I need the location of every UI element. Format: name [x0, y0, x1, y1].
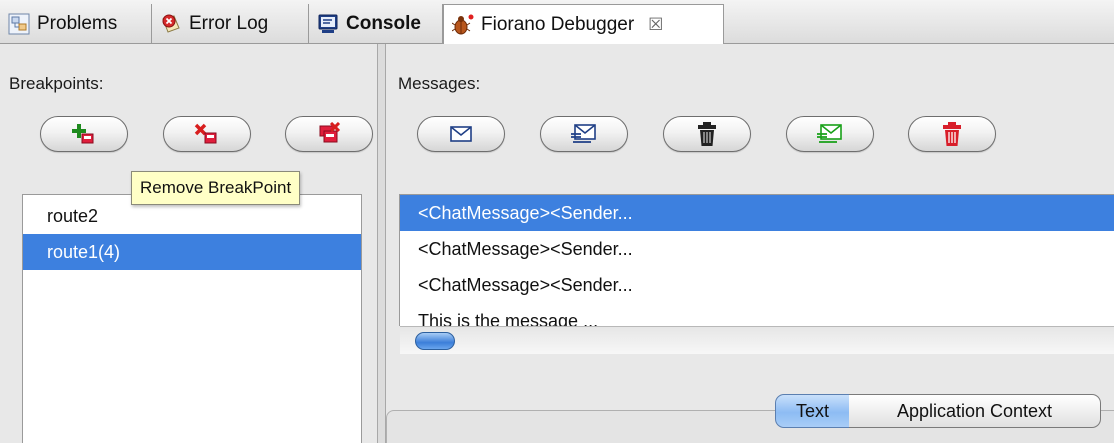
error-log-icon [160, 13, 182, 35]
tab-fiorano-debugger-label: Fiorano Debugger [481, 14, 635, 35]
breakpoints-label: Breakpoints: [9, 74, 104, 93]
problems-icon [8, 13, 30, 35]
messages-horizontal-scrollbar[interactable] [400, 326, 1114, 354]
remove-breakpoint-icon [194, 123, 217, 144]
tab-problems-label: Problems [37, 13, 118, 34]
red-trash-icon [943, 122, 961, 146]
breakpoints-list[interactable]: route2 route1(4) [22, 194, 362, 443]
tab-console-label: Console [346, 13, 421, 34]
remove-breakpoint-button[interactable] [163, 116, 251, 152]
scrollbar-thumb[interactable] [415, 332, 455, 350]
tab-problems[interactable]: Problems [0, 4, 152, 44]
remove-breakpoint-tooltip: Remove BreakPoint [131, 171, 301, 205]
tab-error-log[interactable]: Error Log [152, 4, 309, 44]
message-item[interactable]: <ChatMessage><Sender... [400, 267, 1114, 303]
messages-list[interactable]: <ChatMessage><Sender... <ChatMessage><Se… [399, 194, 1114, 326]
breakpoint-item-route1[interactable]: route1(4) [23, 234, 361, 270]
view-tab-bar: Problems Error Log Console Fiorano Debug… [0, 0, 1114, 45]
add-breakpoint-icon [72, 124, 94, 144]
message-item[interactable]: <ChatMessage><Sender... [400, 231, 1114, 267]
panel-splitter[interactable] [378, 44, 385, 443]
send-message-button[interactable] [786, 116, 874, 152]
tab-application-context[interactable]: Application Context [849, 394, 1101, 428]
message-item[interactable]: This is the message ... [400, 303, 1114, 326]
trash-icon [698, 122, 716, 146]
edit-message-button[interactable] [540, 116, 628, 152]
delete-all-messages-button[interactable] [908, 116, 996, 152]
tab-error-log-label: Error Log [189, 13, 269, 34]
add-breakpoint-button[interactable] [40, 116, 128, 152]
console-icon [317, 13, 339, 35]
remove-all-breakpoints-icon [319, 122, 341, 143]
message-item[interactable]: <ChatMessage><Sender... [400, 195, 1114, 231]
edit-envelope-icon [571, 124, 596, 143]
send-envelope-icon [817, 124, 842, 143]
delete-message-button[interactable] [663, 116, 751, 152]
tab-console[interactable]: Console [309, 4, 443, 44]
envelope-icon [450, 126, 472, 142]
messages-label: Messages: [398, 74, 481, 93]
debugger-bug-icon [451, 14, 474, 36]
close-tab-icon[interactable]: ☒ [648, 15, 663, 35]
remove-all-breakpoints-button[interactable] [285, 116, 373, 152]
tab-fiorano-debugger[interactable]: Fiorano Debugger ☒ [443, 4, 724, 45]
tab-text[interactable]: Text [775, 394, 850, 428]
view-message-button[interactable] [417, 116, 505, 152]
